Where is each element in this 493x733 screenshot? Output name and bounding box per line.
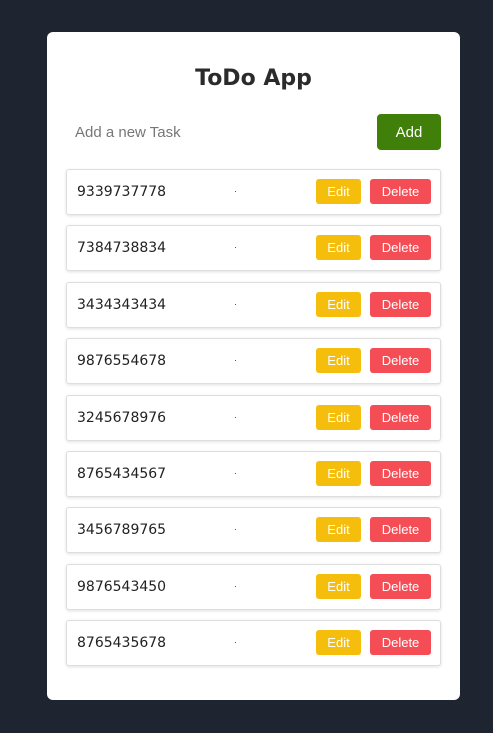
add-task-button[interactable]: Add [377,114,441,150]
divider-dot [235,416,236,418]
divider-dot [235,642,236,644]
divider-dot [235,303,236,305]
edit-button[interactable]: Edit [316,460,361,486]
app-title: ToDo App [195,66,312,91]
edit-button[interactable]: Edit [316,630,361,656]
divider-dot [235,472,236,474]
edit-button[interactable]: Edit [316,291,361,317]
edit-button[interactable]: Edit [316,404,361,430]
edit-button[interactable]: Edit [316,517,361,543]
divider-dot [235,360,236,362]
delete-button[interactable]: Delete [370,573,431,599]
task-item: 8765434567 Edit Delete [66,450,441,497]
divider-dot [235,585,236,587]
new-task-input[interactable] [67,116,367,148]
divider-dot [235,529,236,531]
task-text: 8765435678 [77,635,167,652]
delete-button[interactable]: Delete [370,517,431,543]
edit-button[interactable]: Edit [316,573,361,599]
task-text: 9876543450 [77,578,167,595]
delete-button[interactable]: Delete [370,235,431,261]
task-item: 9876554678 Edit Delete [66,338,441,385]
task-text: 3456789765 [77,522,167,539]
app-background: { "app": { "title": "ToDo App" }, "input… [0,0,493,733]
delete-button[interactable]: Delete [370,348,431,374]
delete-button[interactable]: Delete [370,404,431,430]
task-item: 3245678976 Edit Delete [66,394,441,441]
task-text: 9876554678 [77,353,167,370]
delete-button[interactable]: Delete [370,291,431,317]
task-item: 7384738834 Edit Delete [66,225,441,272]
task-list: 9339737778 Edit Delete 7384738834 Edit D… [66,169,441,677]
edit-button[interactable]: Edit [316,348,361,374]
task-item: 3434343434 Edit Delete [66,281,441,328]
delete-button[interactable]: Delete [370,179,431,204]
divider-dot [235,247,236,249]
task-item: 9876543450 Edit Delete [66,563,441,610]
task-item: 3456789765 Edit Delete [66,507,441,554]
delete-button[interactable]: Delete [370,460,431,486]
task-text: 3245678976 [77,409,167,426]
edit-button[interactable]: Edit [316,235,361,261]
delete-button[interactable]: Delete [370,630,431,656]
edit-button[interactable]: Edit [316,179,361,204]
divider-dot [235,191,236,192]
task-text: 9339737778 [77,184,167,200]
todo-card: ToDo App Add 9339737778 Edit Delete 7384… [47,32,460,700]
task-item: 9339737778 Edit Delete [66,169,441,215]
task-item: 8765435678 Edit Delete [66,620,441,667]
task-text: 3434343434 [77,296,167,313]
task-text: 8765434567 [77,465,167,482]
task-text: 7384738834 [77,240,167,257]
